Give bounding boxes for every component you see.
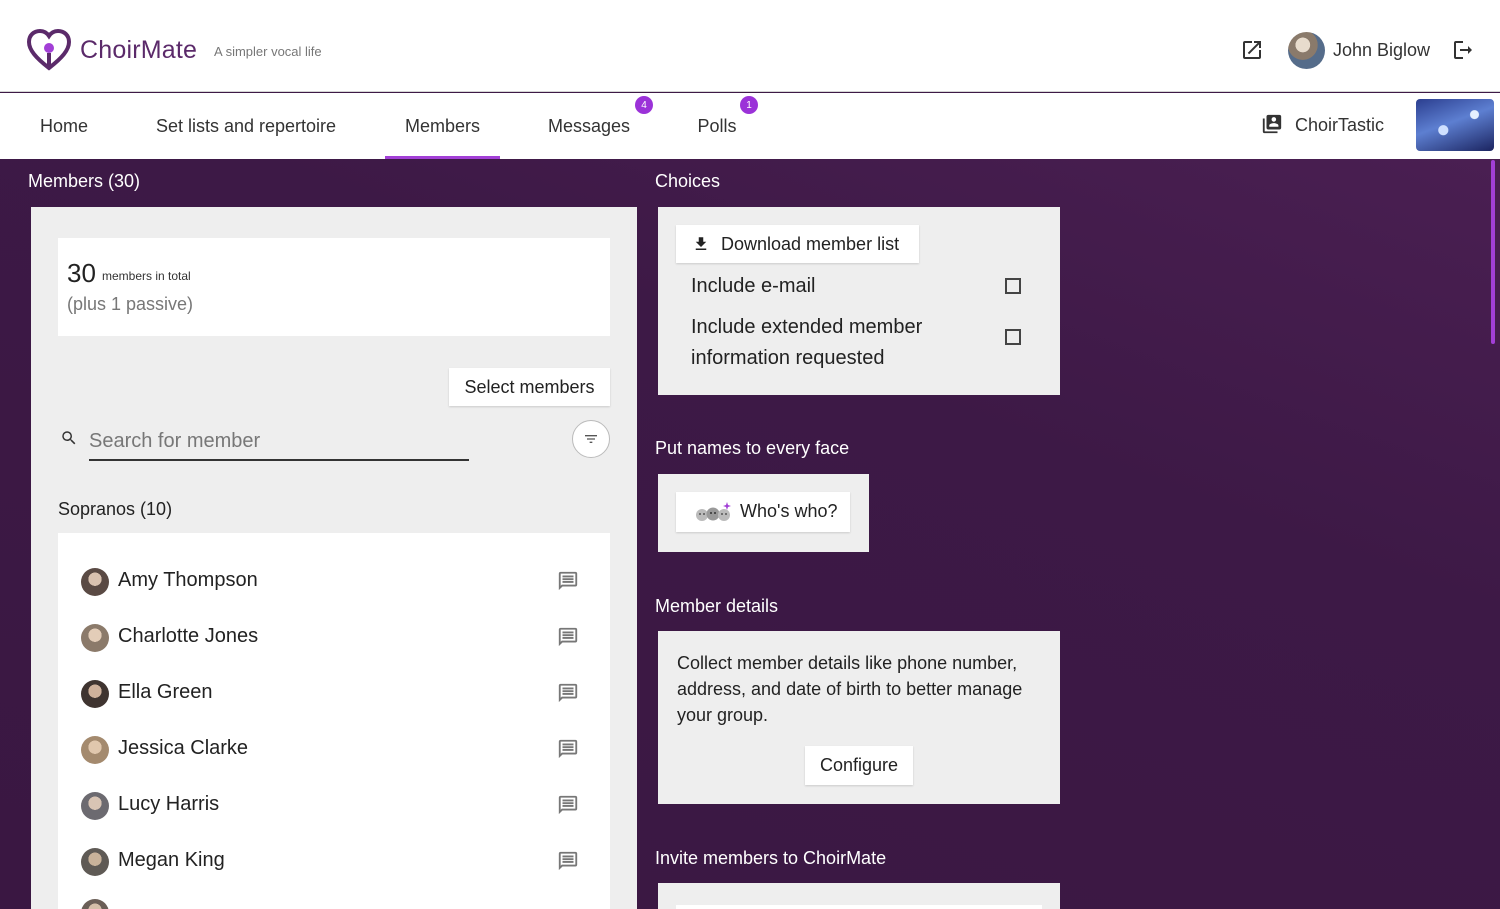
scrollbar[interactable] [1491, 160, 1495, 344]
tagline: A simpler vocal life [214, 44, 322, 59]
faces-section-title: Put names to every face [655, 438, 850, 458]
member-name: Megan King [118, 849, 225, 871]
members-total-card: 30 members in total (plus 1 passive) [58, 238, 610, 336]
avatar [81, 736, 109, 764]
nav-polls-label: Polls [697, 115, 737, 136]
nav-home[interactable]: Home [20, 93, 108, 159]
logout-icon[interactable] [1451, 38, 1475, 62]
invite-input-edge [676, 905, 1042, 909]
member-details-section-title: Member details [655, 596, 779, 616]
avatar [81, 792, 109, 820]
choices-card: Download member list Include e-mail Incl… [658, 207, 1060, 395]
nav-messages-label: Messages [547, 115, 631, 136]
members-section-title: Members (30) [28, 171, 141, 191]
choir-name[interactable]: ChoirTastic [1295, 115, 1384, 136]
member-name: Charlotte Jones [118, 625, 259, 647]
app-header: ChoirMate A simpler vocal life John Bigl… [0, 0, 1500, 92]
message-icon[interactable] [557, 682, 579, 704]
choirmate-logo-icon[interactable] [26, 28, 72, 72]
include-extended-label: Include extended member information requ… [691, 316, 923, 369]
avatar [81, 624, 109, 652]
search-icon [62, 431, 76, 445]
member-row[interactable]: Megan King [58, 836, 610, 884]
messages-badge: 4 [635, 96, 653, 114]
avatar [81, 848, 109, 876]
filter-button[interactable] [572, 420, 610, 458]
member-row[interactable]: Jessica Clarke [58, 724, 610, 772]
member-row[interactable]: Amy Thompson [58, 556, 610, 604]
avatar [81, 680, 109, 708]
nav-messages[interactable]: Messages [528, 93, 650, 159]
members-panel: 30 members in total (plus 1 passive) Sel… [31, 207, 637, 909]
select-members-button[interactable]: Select members [449, 368, 610, 406]
choir-photo[interactable] [1416, 99, 1494, 151]
member-row[interactable]: Lucy Harris [58, 780, 610, 828]
member-details-card: Collect member details like phone number… [658, 631, 1060, 804]
total-count: 30 [67, 258, 96, 288]
member-name: Ella Green [118, 681, 213, 703]
invite-section-title: Invite members to ChoirMate [655, 848, 887, 868]
faces-card: Who's who? [658, 474, 869, 552]
nav-members-label: Members [404, 115, 480, 136]
user-avatar[interactable] [1288, 32, 1325, 69]
whos-who-button[interactable]: Who's who? [676, 492, 850, 532]
include-extended-checkbox[interactable] [1005, 329, 1021, 345]
message-icon[interactable] [557, 738, 579, 760]
nav-members[interactable]: Members [385, 93, 500, 159]
choir-switch-icon[interactable] [1261, 113, 1283, 135]
search-input[interactable] [89, 423, 469, 461]
nav-home-label: Home [39, 115, 88, 136]
whos-who-label: Who's who? [740, 501, 838, 521]
member-name: Jessica Clarke [118, 737, 249, 759]
faces-icon [696, 502, 731, 521]
sopranos-member-list: Amy Thompson Charlotte Jones Ella Green … [58, 533, 610, 909]
avatar [81, 899, 109, 909]
open-external-icon[interactable] [1240, 38, 1264, 62]
include-email-checkbox[interactable] [1005, 278, 1021, 294]
member-row[interactable]: Charlotte Jones [58, 612, 610, 660]
total-label: members in total [102, 269, 191, 283]
user-name[interactable]: John Biglow [1333, 40, 1430, 61]
member-name: Amy Thompson [118, 569, 258, 591]
choices-section-title: Choices [655, 171, 721, 191]
avatar [81, 568, 109, 596]
download-button-label: Download member list [721, 234, 900, 254]
sopranos-group-title: Sopranos (10) [58, 499, 173, 519]
filter-icon [585, 435, 597, 443]
invite-card [658, 883, 1060, 909]
download-icon [695, 237, 707, 250]
nav-setlists-label: Set lists and repertoire [155, 115, 337, 136]
message-icon[interactable] [557, 850, 579, 872]
nav-setlists[interactable]: Set lists and repertoire [135, 93, 357, 159]
polls-badge: 1 [740, 96, 758, 114]
brand-name: ChoirMate [80, 36, 198, 64]
message-icon[interactable] [557, 570, 579, 592]
include-email-label: Include e-mail [691, 275, 816, 297]
passive-count: (plus 1 passive) [67, 294, 194, 314]
message-icon[interactable] [557, 626, 579, 648]
configure-button[interactable]: Configure [805, 746, 913, 785]
member-name: Lucy Harris [118, 793, 220, 815]
member-details-description: Collect member details like phone number… [677, 653, 1023, 725]
main-navigation: Home Set lists and repertoire Members Me… [0, 93, 1500, 159]
message-icon[interactable] [557, 794, 579, 816]
download-member-list-button[interactable]: Download member list [676, 225, 919, 263]
member-row[interactable]: Ella Green [58, 668, 610, 716]
